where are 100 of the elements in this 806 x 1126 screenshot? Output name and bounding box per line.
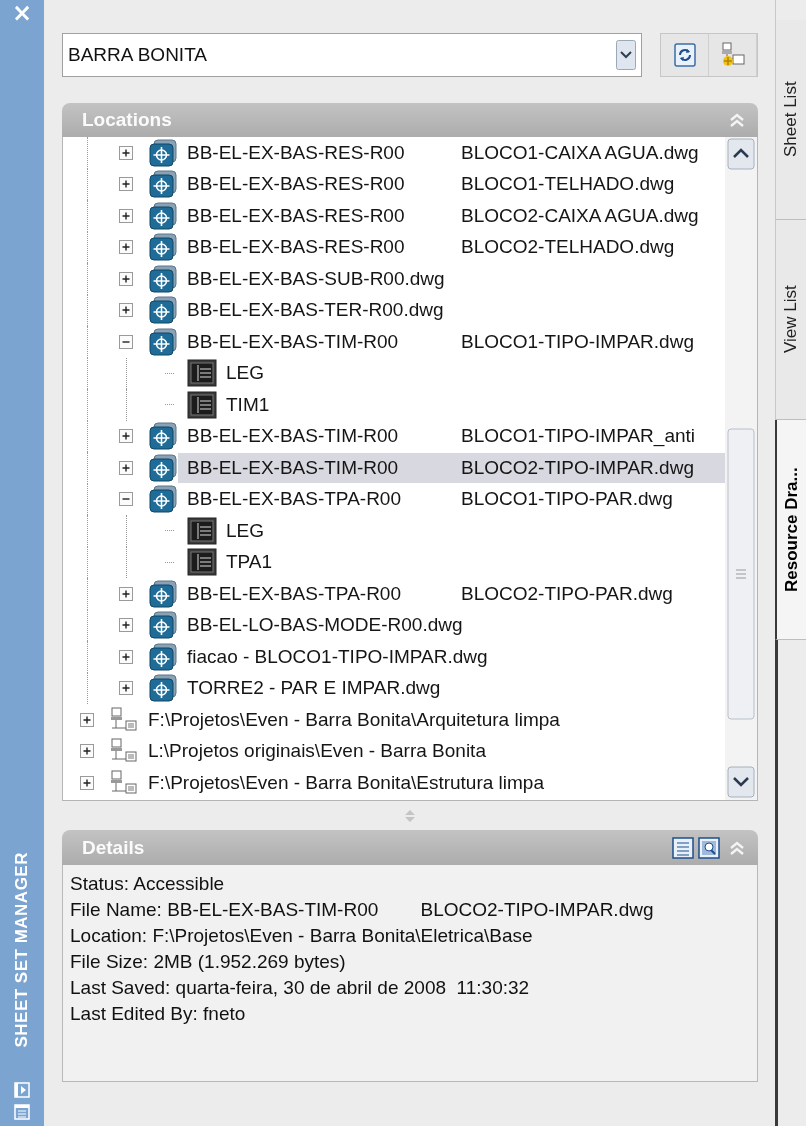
- item-name: BB-EL-EX-BAS-RES-R00: [187, 236, 406, 259]
- expand-toggle[interactable]: [80, 775, 94, 790]
- item-name: fiacao - BLOCO1-TIPO-IMPAR.dwg: [187, 645, 488, 668]
- drawing-icon: [148, 485, 178, 514]
- tree-item[interactable]: BB-EL-EX-BAS-RES-R00 BLOCO2-TELHADO.dwg: [178, 232, 725, 263]
- item-name: BB-EL-EX-BAS-TIM-R00: [187, 425, 400, 448]
- tree-item[interactable]: BB-EL-EX-BAS-RES-R00 BLOCO1-CAIXA AGUA.dwg: [178, 137, 725, 168]
- network-folder-icon: [109, 768, 139, 797]
- detail-line: Status: Accessible: [70, 872, 226, 896]
- tree-item[interactable]: BB-EL-EX-BAS-RES-R00 BLOCO1-TELHADO.dwg: [178, 169, 725, 200]
- expand-toggle[interactable]: [119, 586, 133, 601]
- item-name: BB-EL-EX-BAS-RES-R00: [187, 204, 406, 227]
- menu-icon[interactable]: [14, 1104, 30, 1120]
- tree-item[interactable]: BB-EL-EX-BAS-RES-R00 BLOCO2-CAIXA AGUA.dwg: [178, 200, 725, 231]
- detail-line: File Name: BB-EL-EX-BAS-TIM-R00 BLOCO2-TIPO-IMPAR.dwg: [70, 898, 655, 922]
- tree-item[interactable]: BB-EL-EX-BAS-TPA-R00 BLOCO2-TIPO-PAR.dwg: [178, 578, 725, 609]
- panel-title: Details: [82, 836, 145, 859]
- tree-item[interactable]: TORRE2 - PAR E IMPAR.dwg: [178, 673, 725, 704]
- layout-icon: [187, 548, 217, 577]
- expand-toggle[interactable]: [119, 618, 133, 633]
- item-name: L:\Projetos originais\Even - Barra Bonita: [148, 740, 486, 763]
- splitter-grip-icon[interactable]: [403, 809, 417, 823]
- item-name: BB-EL-EX-BAS-SUB-R00.dwg: [187, 267, 445, 290]
- sheet-set-dropdown[interactable]: BARRA BONITA: [62, 33, 642, 77]
- preview-icon[interactable]: [698, 836, 720, 859]
- item-name: BB-EL-EX-BAS-RES-R00: [187, 141, 406, 164]
- expand-toggle[interactable]: [119, 177, 133, 192]
- detail-line: Last Edited By: fneto: [70, 1002, 247, 1026]
- drawing-icon: [148, 453, 178, 482]
- expand-toggle[interactable]: [119, 208, 133, 223]
- expand-toggle[interactable]: [119, 145, 133, 160]
- expand-toggle[interactable]: [80, 712, 94, 727]
- drawing-icon: [148, 170, 178, 199]
- tree-item[interactable]: BB-EL-EX-BAS-TIM-R00 BLOCO1-TIPO-IMPAR.dwg: [178, 326, 725, 357]
- tree-item[interactable]: LEG: [217, 515, 725, 546]
- dropdown-value: BARRA BONITA: [68, 44, 208, 66]
- drawing-icon: [148, 674, 178, 703]
- expand-toggle[interactable]: [119, 271, 133, 286]
- tree-item[interactable]: BB-EL-LO-BAS-MODE-R00.dwg: [178, 610, 725, 641]
- file-name: BLOCO1-TIPO-IMPAR_anti: [461, 425, 696, 448]
- collapse-toggle[interactable]: [119, 492, 133, 507]
- network-add-icon: [719, 42, 746, 68]
- tree-item[interactable]: BB-EL-EX-BAS-TIM-R00 BLOCO1-TIPO-IMPAR_anti: [178, 421, 725, 452]
- file-name: BLOCO2-TIPO-IMPAR.dwg: [461, 456, 694, 479]
- tree-item[interactable]: BB-EL-EX-BAS-TPA-R00 BLOCO1-TIPO-PAR.dwg: [178, 484, 725, 515]
- item-name: TORRE2 - PAR E IMPAR.dwg: [187, 677, 441, 700]
- expand-toggle[interactable]: [119, 460, 133, 475]
- tree-item[interactable]: F:\Projetos\Even - Barra Bonita\Arquitetura limpa: [139, 704, 725, 735]
- item-name: BB-EL-EX-BAS-RES-R00: [187, 173, 406, 196]
- item-name: F:\Projetos\Even - Barra Bonita\Estrutura limpa: [148, 771, 544, 794]
- drawing-icon: [148, 233, 178, 262]
- tree-item[interactable]: BB-EL-EX-BAS-TER-R00.dwg: [178, 295, 725, 326]
- expand-toggle[interactable]: [80, 744, 94, 759]
- refresh-icon: [673, 43, 696, 67]
- file-name: BLOCO1-CAIXA AGUA.dwg: [461, 141, 699, 164]
- collapse-toggle[interactable]: [119, 334, 133, 349]
- tab[interactable]: Resource Dra...: [775, 420, 806, 640]
- network-folder-icon: [109, 705, 139, 734]
- expand-toggle[interactable]: [119, 649, 133, 664]
- tree-item[interactable]: TPA1: [217, 547, 725, 578]
- detail-line: Last Saved: quarta-feira, 30 de abril de 2008 11:30:32: [70, 976, 531, 1000]
- item-name: BB-EL-LO-BAS-MODE-R00.dwg: [187, 614, 463, 637]
- drawing-icon: [148, 579, 178, 608]
- expand-toggle[interactable]: [119, 429, 133, 444]
- tree-item[interactable]: fiacao - BLOCO1-TIPO-IMPAR.dwg: [178, 641, 725, 672]
- tab[interactable]: View List: [775, 220, 806, 420]
- scrollbar[interactable]: [725, 137, 757, 800]
- tree-item[interactable]: LEG: [217, 358, 725, 389]
- refresh-button[interactable]: [661, 34, 709, 76]
- drawing-icon: [148, 201, 178, 230]
- expand-toggle[interactable]: [119, 303, 133, 318]
- detail-line: File Size: 2MB (1.952.269 bytes): [70, 950, 347, 974]
- properties-icon[interactable]: [14, 1082, 30, 1098]
- detail-line: Location: F:\Projetos\Even - Barra Bonita\Eletrica\Base: [70, 924, 534, 948]
- item-name: BB-EL-EX-BAS-TPA-R00: [187, 488, 402, 511]
- layout-icon: [187, 516, 217, 545]
- item-name: BB-EL-EX-BAS-TIM-R00: [187, 330, 400, 353]
- drawing-icon: [148, 422, 178, 451]
- file-name: BLOCO1-TIPO-PAR.dwg: [461, 488, 673, 511]
- tree-item[interactable]: BB-EL-EX-BAS-SUB-R00.dwg: [178, 263, 725, 294]
- tree-item[interactable]: L:\Projetos originais\Even - Barra Bonita: [139, 736, 725, 767]
- expand-toggle[interactable]: [119, 240, 133, 255]
- expand-toggle[interactable]: [119, 681, 133, 696]
- palette-title: SHEET SET MANAGER: [12, 852, 32, 1048]
- drawing-icon: [148, 296, 178, 325]
- file-name: BLOCO2-CAIXA AGUA.dwg: [461, 204, 699, 227]
- file-name: BLOCO2-TIPO-PAR.dwg: [461, 582, 673, 605]
- tree-item[interactable]: BB-EL-EX-BAS-TIM-R00 BLOCO2-TIPO-IMPAR.dwg: [178, 452, 725, 483]
- drawing-icon: [148, 642, 178, 671]
- panel-title: Locations: [82, 109, 172, 131]
- layout-icon: [187, 359, 217, 388]
- item-name: BB-EL-EX-BAS-TIM-R00: [187, 456, 400, 479]
- details-view-icon[interactable]: [672, 836, 694, 859]
- item-name: LEG: [226, 519, 265, 542]
- file-name: BLOCO2-TELHADO.dwg: [461, 236, 675, 259]
- item-name: LEG: [226, 362, 265, 385]
- tree-item[interactable]: TIM1: [217, 389, 725, 420]
- tree-item[interactable]: F:\Projetos\Even - Barra Bonita\Estrutura limpa: [139, 767, 725, 798]
- drawing-icon: [148, 611, 178, 640]
- tab[interactable]: Sheet List: [775, 20, 806, 220]
